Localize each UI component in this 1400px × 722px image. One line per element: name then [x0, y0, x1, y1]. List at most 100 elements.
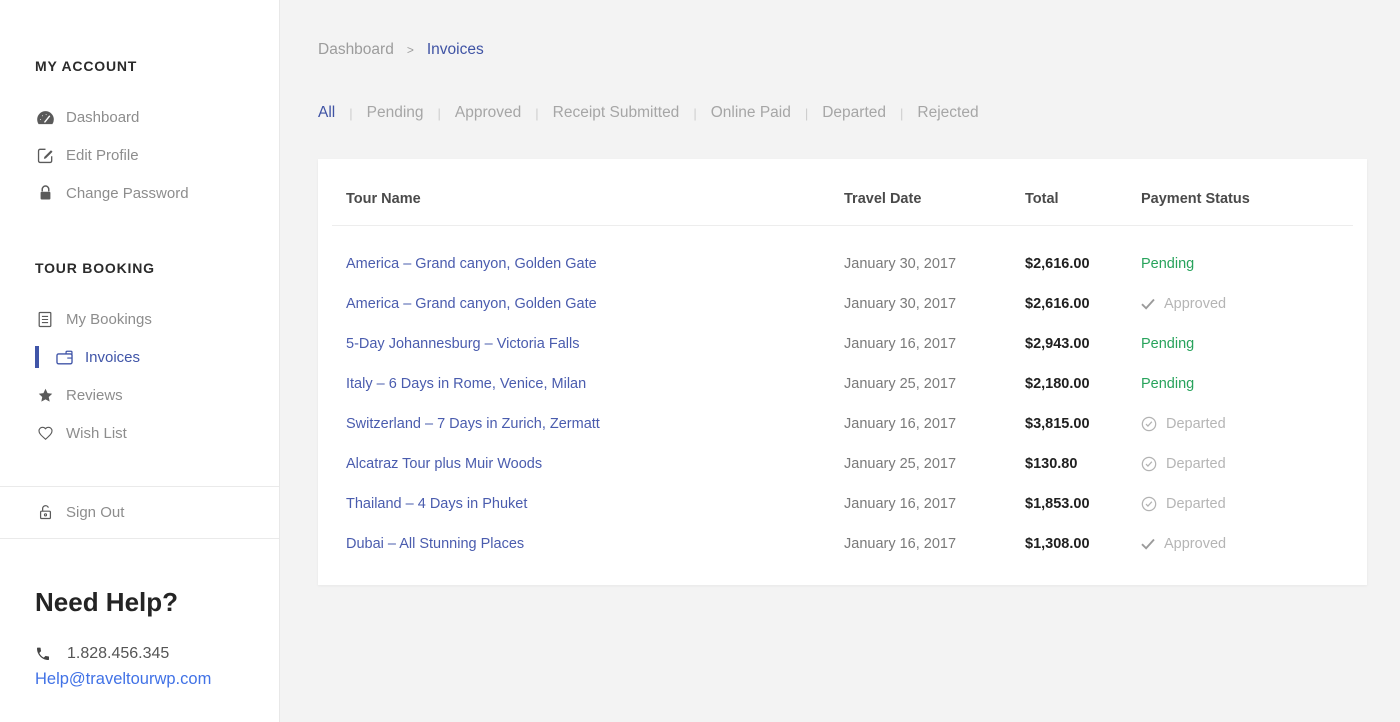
tab-separator: | — [438, 106, 441, 121]
tour-name-link[interactable]: Italy – 6 Days in Rome, Venice, Milan — [346, 376, 844, 392]
travel-date: January 25, 2017 — [844, 456, 1025, 472]
help-email-link[interactable]: Help@traveltourwp.com — [35, 670, 279, 689]
total-amount: $1,308.00 — [1025, 536, 1141, 552]
departed-circle-check-icon — [1141, 416, 1157, 432]
dashboard-icon — [35, 110, 55, 125]
filter-tab[interactable]: Rejected — [917, 104, 978, 122]
filter-tab[interactable]: All — [318, 104, 335, 122]
heart-icon — [35, 425, 55, 441]
tour-booking-heading: TOUR BOOKING — [35, 260, 279, 276]
departed-circle-check-icon — [1141, 456, 1157, 472]
table-row: Dubai – All Stunning Places January 16, … — [332, 524, 1353, 564]
filter-tab[interactable]: Pending — [367, 104, 424, 122]
table-header-row: Tour Name Travel Date Total Payment Stat… — [332, 189, 1353, 209]
sidebar-item-label: Dashboard — [66, 109, 139, 126]
table-row: Italy – 6 Days in Rome, Venice, Milan Ja… — [332, 364, 1353, 404]
table-header-rule — [332, 225, 1353, 226]
column-header-travel-date: Travel Date — [844, 189, 1025, 209]
filter-tab[interactable]: Approved — [455, 104, 521, 122]
payment-status-label: Departed — [1166, 416, 1226, 432]
sidebar-item-invoices[interactable]: Invoices — [0, 338, 279, 376]
sidebar-item-reviews[interactable]: Reviews — [0, 376, 279, 414]
sidebar-item-label: My Bookings — [66, 311, 152, 328]
payment-status: Departed — [1141, 496, 1339, 512]
tour-name-link[interactable]: Switzerland – 7 Days in Zurich, Zermatt — [346, 416, 844, 432]
unlock-icon — [35, 503, 55, 521]
approved-check-icon — [1141, 538, 1155, 550]
phone-number: 1.828.456.345 — [67, 645, 169, 663]
tab-separator: | — [693, 106, 696, 121]
payment-status-label: Pending — [1141, 256, 1194, 272]
my-account-heading: MY ACCOUNT — [35, 58, 279, 74]
tab-separator: | — [900, 106, 903, 121]
filter-tab[interactable]: Online Paid — [711, 104, 791, 122]
payment-status-label: Departed — [1166, 456, 1226, 472]
table-row: Alcatraz Tour plus Muir Woods January 25… — [332, 444, 1353, 484]
total-amount: $3,815.00 — [1025, 416, 1141, 432]
sidebar-item-label: Reviews — [66, 387, 123, 404]
my-account-nav: Dashboard Edit Profile Change Password — [0, 98, 279, 212]
payment-status: Pending — [1141, 336, 1339, 352]
tour-name-link[interactable]: 5-Day Johannesburg – Victoria Falls — [346, 336, 844, 352]
help-phone: 1.828.456.345 — [35, 645, 279, 663]
sidebar-item-edit-profile[interactable]: Edit Profile — [0, 136, 279, 174]
invoices-card: Tour Name Travel Date Total Payment Stat… — [318, 159, 1367, 585]
tour-booking-nav: My Bookings Invoices Reviews — [0, 300, 279, 452]
tour-name-link[interactable]: Dubai – All Stunning Places — [346, 536, 844, 552]
sidebar-item-label: Invoices — [85, 349, 140, 366]
tab-separator: | — [535, 106, 538, 121]
sidebar-divider-top — [0, 486, 279, 487]
payment-status: Approved — [1141, 296, 1339, 312]
sidebar-item-wish-list[interactable]: Wish List — [0, 414, 279, 452]
table-row: Switzerland – 7 Days in Zurich, Zermatt … — [332, 404, 1353, 444]
payment-status-label: Approved — [1164, 536, 1226, 552]
breadcrumb-current-page: Invoices — [427, 41, 484, 59]
column-header-payment-status: Payment Status — [1141, 189, 1339, 209]
tour-name-link[interactable]: Thailand – 4 Days in Phuket — [346, 496, 844, 512]
travel-date: January 30, 2017 — [844, 296, 1025, 312]
breadcrumb-dashboard-link[interactable]: Dashboard — [318, 41, 394, 59]
payment-status: Approved — [1141, 536, 1339, 552]
lock-icon — [35, 184, 55, 202]
sidebar-divider-bottom — [0, 538, 279, 539]
payment-status-label: Pending — [1141, 376, 1194, 392]
payment-status: Departed — [1141, 456, 1339, 472]
tab-separator: | — [349, 106, 352, 121]
total-amount: $1,853.00 — [1025, 496, 1141, 512]
main-content: Dashboard > Invoices All | Pending | App… — [280, 0, 1400, 722]
departed-circle-check-icon — [1141, 496, 1157, 512]
tour-name-link[interactable]: Alcatraz Tour plus Muir Woods — [346, 456, 844, 472]
sidebar-item-sign-out[interactable]: Sign Out — [0, 493, 279, 531]
travel-date: January 25, 2017 — [844, 376, 1025, 392]
star-icon — [35, 387, 55, 404]
payment-status-label: Approved — [1164, 296, 1226, 312]
tab-separator: | — [805, 106, 808, 121]
filter-tab[interactable]: Receipt Submitted — [553, 104, 680, 122]
approved-check-icon — [1141, 298, 1155, 310]
column-header-tour-name: Tour Name — [346, 189, 844, 209]
sidebar-item-change-password[interactable]: Change Password — [0, 174, 279, 212]
account-sidebar: MY ACCOUNT Dashboard Edit Pro — [0, 0, 280, 722]
breadcrumb-separator-icon: > — [407, 43, 414, 57]
payment-status-label: Departed — [1166, 496, 1226, 512]
bookings-icon — [35, 311, 55, 328]
travel-date: January 16, 2017 — [844, 496, 1025, 512]
tour-name-link[interactable]: America – Grand canyon, Golden Gate — [346, 256, 844, 272]
active-indicator-bar — [35, 346, 39, 368]
travel-date: January 30, 2017 — [844, 256, 1025, 272]
column-header-total: Total — [1025, 189, 1141, 209]
travel-date: January 16, 2017 — [844, 536, 1025, 552]
phone-icon — [35, 646, 51, 662]
total-amount: $2,943.00 — [1025, 336, 1141, 352]
table-row: America – Grand canyon, Golden Gate Janu… — [332, 244, 1353, 284]
total-amount: $130.80 — [1025, 456, 1141, 472]
filter-tab[interactable]: Departed — [822, 104, 886, 122]
sidebar-item-dashboard[interactable]: Dashboard — [0, 98, 279, 136]
edit-profile-icon — [35, 147, 55, 164]
table-row: 5-Day Johannesburg – Victoria Falls Janu… — [332, 324, 1353, 364]
travel-date: January 16, 2017 — [844, 336, 1025, 352]
sidebar-item-my-bookings[interactable]: My Bookings — [0, 300, 279, 338]
sidebar-item-label: Change Password — [66, 185, 189, 202]
sidebar-item-label: Sign Out — [66, 504, 124, 521]
tour-name-link[interactable]: America – Grand canyon, Golden Gate — [346, 296, 844, 312]
